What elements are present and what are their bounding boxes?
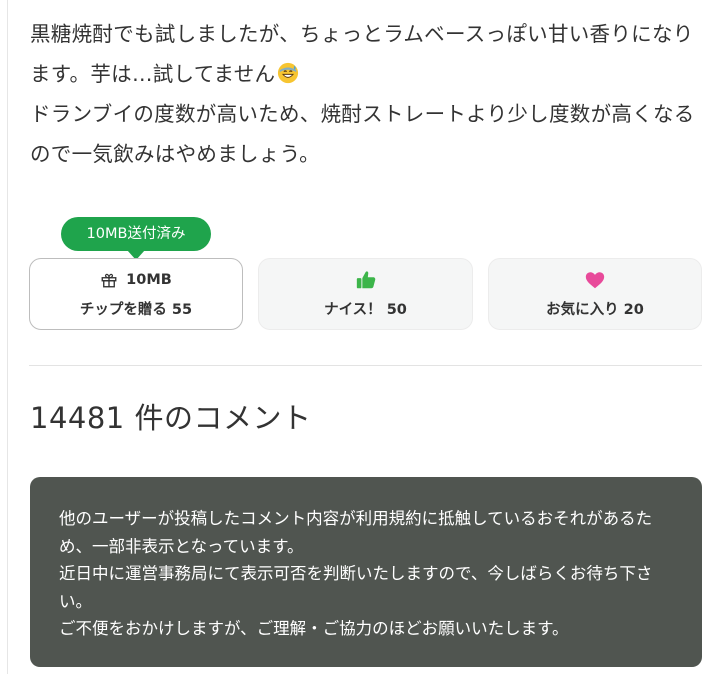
heart-icon xyxy=(585,272,605,289)
gift-icon xyxy=(101,273,117,288)
article-text-1: 黒糖焼酎でも試しましたが、ちょっとラムベースっぽい甘い香りになります。芋は…試し… xyxy=(30,22,694,86)
comment-count-heading: 14481 件のコメント xyxy=(30,401,312,435)
article-paragraph: ドランブイの度数が高いため、焼酎ストレートより少し度数が高くなるので一気飲みはや… xyxy=(30,94,700,174)
article-paragraph: 黒糖焼酎でも試しましたが、ちょっとラムベースっぽい甘い香りになります。芋は…試し… xyxy=(30,14,700,94)
article-text-2: ドランブイの度数が高いため、焼酎ストレートより少し度数が高くなるので一気飲みはや… xyxy=(30,102,695,166)
grinning-sweat-emoji-icon xyxy=(278,62,299,84)
favorite-button[interactable]: お気に入り 20 xyxy=(488,258,702,330)
section-divider xyxy=(29,365,702,366)
nice-button[interactable]: ナイス！ 50 xyxy=(258,258,473,330)
notice-line: 他のユーザーが投稿したコメント内容が利用規約に抵触しているおそれがあるため、一部… xyxy=(59,509,653,556)
notice-line: ご不便をおかけしますが、ご理解・ご協力のほどお願いいたします。 xyxy=(59,619,569,638)
send-tip-button[interactable]: 10MB チップを贈る 55 xyxy=(29,258,243,330)
nice-button-label: ナイス！ 50 xyxy=(324,302,407,318)
thumbs-up-icon xyxy=(356,271,375,289)
notice-line: 近日中に運営事務局にて表示可否を判断いたしますので、今しばらくお待ち下さい。 xyxy=(59,564,653,611)
article-body: 黒糖焼酎でも試しましたが、ちょっとラムベースっぽい甘い香りになります。芋は…試し… xyxy=(30,14,700,174)
tip-sent-badge: 10MB送付済み xyxy=(61,217,211,260)
content-left-border xyxy=(7,0,8,674)
tip-button-label: チップを贈る 55 xyxy=(79,302,193,318)
favorite-button-label: お気に入り 20 xyxy=(546,302,644,318)
hidden-comments-notice: 他のユーザーが投稿したコメント内容が利用規約に抵触しているおそれがあるため、一部… xyxy=(30,477,702,667)
tip-amount: 10MB xyxy=(126,272,172,288)
